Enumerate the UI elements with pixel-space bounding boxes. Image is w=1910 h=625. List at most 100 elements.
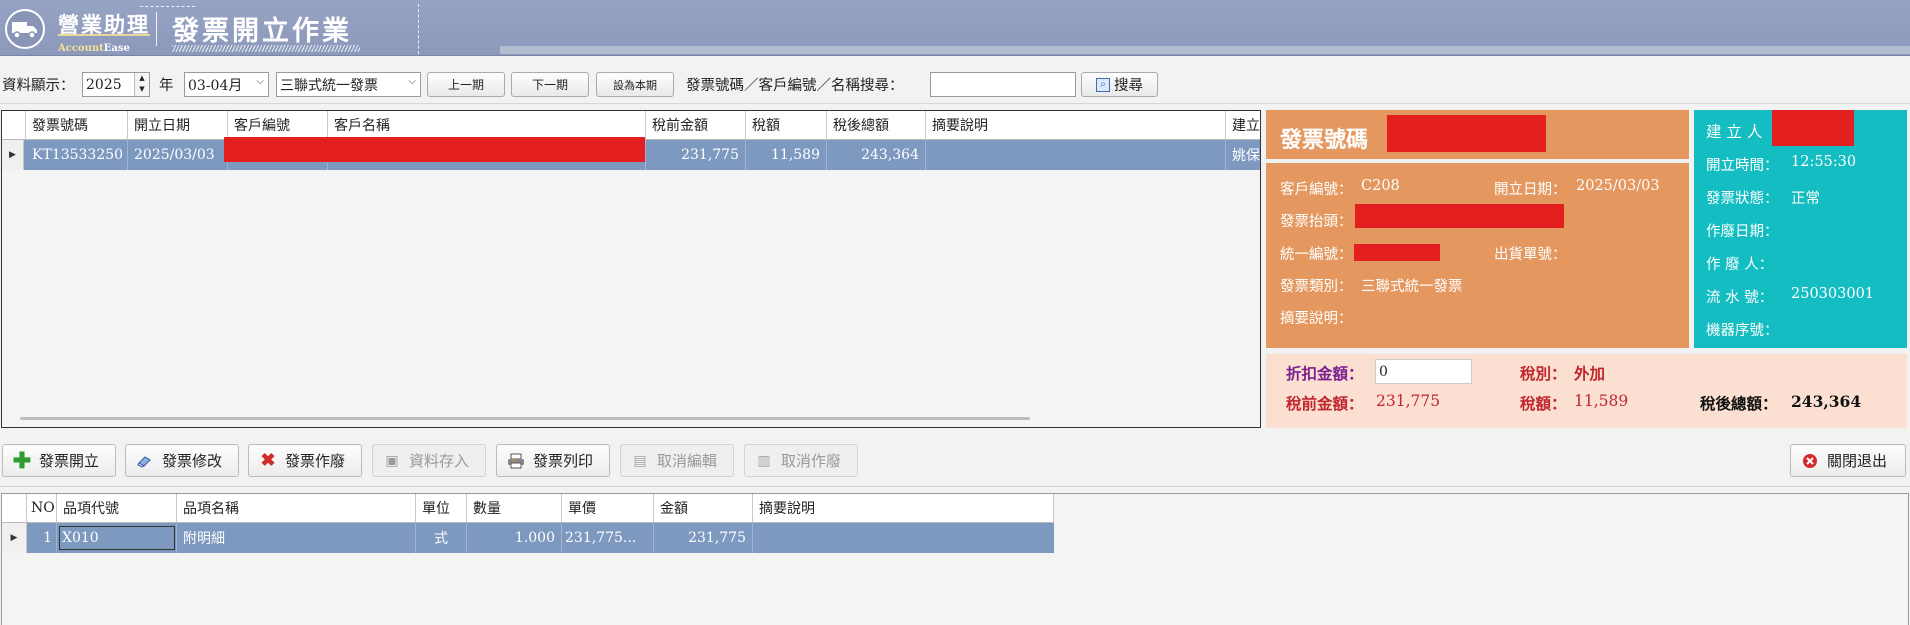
shipping-no-label: 出貨單號： (1494, 247, 1567, 263)
prev-period-button[interactable]: 上一期 (427, 72, 505, 97)
invoice-header-label: 發票抬頭： (1280, 214, 1353, 230)
discount-input[interactable]: 0 (1375, 359, 1472, 384)
redaction-block (224, 137, 645, 162)
cell-item-note[interactable] (753, 523, 1054, 553)
cell-issue-date[interactable]: 2025/03/03 (128, 140, 228, 170)
edit-invoice-button[interactable]: 發票修改 (125, 444, 239, 477)
logo-dash-line (140, 6, 195, 7)
horizontal-scrollbar[interactable] (20, 417, 1030, 420)
amount-summary-panel: 折扣金額： 0 稅別： 外加 稅前金額： 231,775 稅額： 11,589 … (1266, 354, 1907, 428)
invoice-items-grid[interactable]: NO 品項代號 品項名稱 單位 數量 單價 金額 摘要說明 ▶ 1 X010 附… (1, 493, 1909, 625)
row-header-corner (2, 111, 26, 139)
void-by-label: 作 廢 人： (1706, 257, 1774, 273)
col-customer-name[interactable]: 客戶名稱 (328, 111, 646, 139)
search-label: 發票號碼／客戶編號／名稱搜尋： (686, 78, 904, 94)
cell-note[interactable] (926, 140, 1226, 170)
note-label: 摘要說明： (1280, 311, 1353, 327)
cell-no[interactable]: 1 (27, 523, 57, 553)
printer-icon (507, 452, 525, 470)
display-label: 資料顯示： (2, 78, 75, 94)
period-value: 03-04月 (188, 77, 243, 94)
tax-label: 稅額： (1520, 394, 1567, 413)
cell-amount[interactable]: 231,775 (654, 523, 753, 553)
col-unit[interactable]: 單位 (416, 494, 467, 522)
tax-type-label: 稅別： (1520, 364, 1567, 383)
spin-up-icon[interactable]: ▲ (135, 73, 149, 84)
col-issue-date[interactable]: 開立日期 (128, 111, 228, 139)
cell-unit[interactable]: 式 (416, 523, 467, 553)
save-data-button[interactable]: ▣ 資料存入 (372, 444, 486, 477)
close-exit-button[interactable]: 關閉退出 (1790, 444, 1906, 477)
chevron-down-icon: ⌵ (256, 76, 264, 87)
truck-logo-icon (5, 9, 45, 49)
col-item-note[interactable]: 摘要說明 (753, 494, 1054, 522)
cancel-edit-button[interactable]: ▤ 取消編輯 (620, 444, 734, 477)
spin-buttons[interactable]: ▲ ▼ (134, 73, 149, 96)
col-item-code[interactable]: 品項代號 (57, 494, 177, 522)
cell-tax[interactable]: 11,589 (746, 140, 827, 170)
search-button[interactable]: ⌕ 搜尋 (1081, 72, 1158, 97)
items-grid-header: NO 品項代號 品項名稱 單位 數量 單價 金額 摘要說明 (2, 494, 1054, 523)
header-accent-bar (500, 46, 1910, 54)
cell-pretax[interactable]: 231,775 (646, 140, 746, 170)
create-invoice-label: 發票開立 (39, 452, 100, 470)
customer-id-value: C208 (1361, 178, 1400, 194)
col-qty[interactable]: 數量 (467, 494, 562, 522)
cell-unit-price[interactable]: 231,775... (562, 523, 654, 553)
print-invoice-button[interactable]: 發票列印 (496, 444, 610, 477)
document-icon: ▤ (633, 452, 647, 469)
plus-icon: ✚ (12, 447, 32, 474)
creator-label: 建 立 人 (1706, 123, 1763, 141)
title-hatch-decoration (172, 45, 360, 52)
invoice-type-select[interactable]: 三聯式統一發票 ⌵ (276, 72, 421, 97)
close-circle-icon (1801, 452, 1819, 470)
discount-label: 折扣金額： (1286, 364, 1364, 383)
year-label: 年 (159, 78, 174, 94)
period-select[interactable]: 03-04月 ⌵ (184, 72, 269, 97)
col-amount[interactable]: 金額 (654, 494, 753, 522)
serial-no-value: 250303001 (1791, 286, 1875, 302)
col-note[interactable]: 摘要說明 (926, 111, 1226, 139)
header-divider (156, 12, 157, 46)
customer-id-label: 客戶編號： (1280, 182, 1353, 198)
table-row[interactable]: ▶ 1 X010 附明細 式 1.000 231,775... 231,775 (2, 523, 1054, 553)
cell-creator[interactable]: 姚保 (1226, 140, 1260, 170)
next-period-button[interactable]: 下一期 (511, 72, 589, 97)
cell-qty[interactable]: 1.000 (467, 523, 562, 553)
create-invoice-button[interactable]: ✚ 發票開立 (2, 444, 116, 477)
item-code-editor[interactable]: X010 (59, 526, 175, 550)
cell-total[interactable]: 243,364 (827, 140, 926, 170)
col-tax[interactable]: 稅額 (746, 111, 827, 139)
total-label: 稅後總額： (1700, 394, 1778, 413)
col-no[interactable]: NO (27, 494, 57, 522)
set-current-period-button[interactable]: 設為本期 (596, 72, 674, 97)
cell-item-code[interactable]: X010 (57, 523, 177, 553)
issue-date-label: 開立日期： (1494, 182, 1567, 198)
invoice-detail-panel: 客戶編號： C208 開立日期： 2025/03/03 發票抬頭： 統一編號： … (1266, 163, 1689, 348)
col-item-name[interactable]: 品項名稱 (177, 494, 416, 522)
search-input[interactable] (930, 72, 1076, 97)
invoice-type-value: 三聯式統一發票 (1361, 279, 1463, 295)
cell-invoice-no[interactable]: KT13533250 (26, 140, 128, 170)
app-subtitle: AccountEase (58, 43, 130, 54)
col-pretax[interactable]: 稅前金額 (646, 111, 746, 139)
invoice-grid[interactable]: 發票號碼 開立日期 客戶編號 客戶名稱 稅前金額 稅額 稅後總額 摘要說明 建立… (1, 110, 1261, 428)
cancel-void-button[interactable]: ▥ 取消作廢 (744, 444, 858, 477)
col-creator[interactable]: 建立 (1226, 111, 1260, 139)
col-unit-price[interactable]: 單價 (562, 494, 654, 522)
void-invoice-button[interactable]: ✖ 發票作廢 (248, 444, 362, 477)
cancel-void-label: 取消作廢 (781, 452, 842, 470)
row-pointer-icon: ▶ (2, 140, 24, 170)
save-data-label: 資料存入 (409, 452, 470, 470)
cell-item-name[interactable]: 附明細 (177, 523, 416, 553)
year-spinner[interactable]: 2025 ▲ ▼ (82, 72, 150, 97)
search-button-label: 搜尋 (1114, 78, 1143, 94)
tax-id-label: 統一編號： (1280, 247, 1353, 263)
col-invoice-no[interactable]: 發票號碼 (26, 111, 128, 139)
col-total[interactable]: 稅後總額 (827, 111, 926, 139)
invoice-meta-panel: 建 立 人 開立時間： 12:55:30 發票狀態： 正常 作廢日期： 作 廢 … (1694, 110, 1907, 348)
tax-value: 11,589 (1574, 392, 1629, 410)
spin-down-icon[interactable]: ▼ (135, 84, 149, 95)
col-customer-id[interactable]: 客戶編號 (228, 111, 328, 139)
invoice-number-panel: 發票號碼 (1266, 110, 1689, 159)
